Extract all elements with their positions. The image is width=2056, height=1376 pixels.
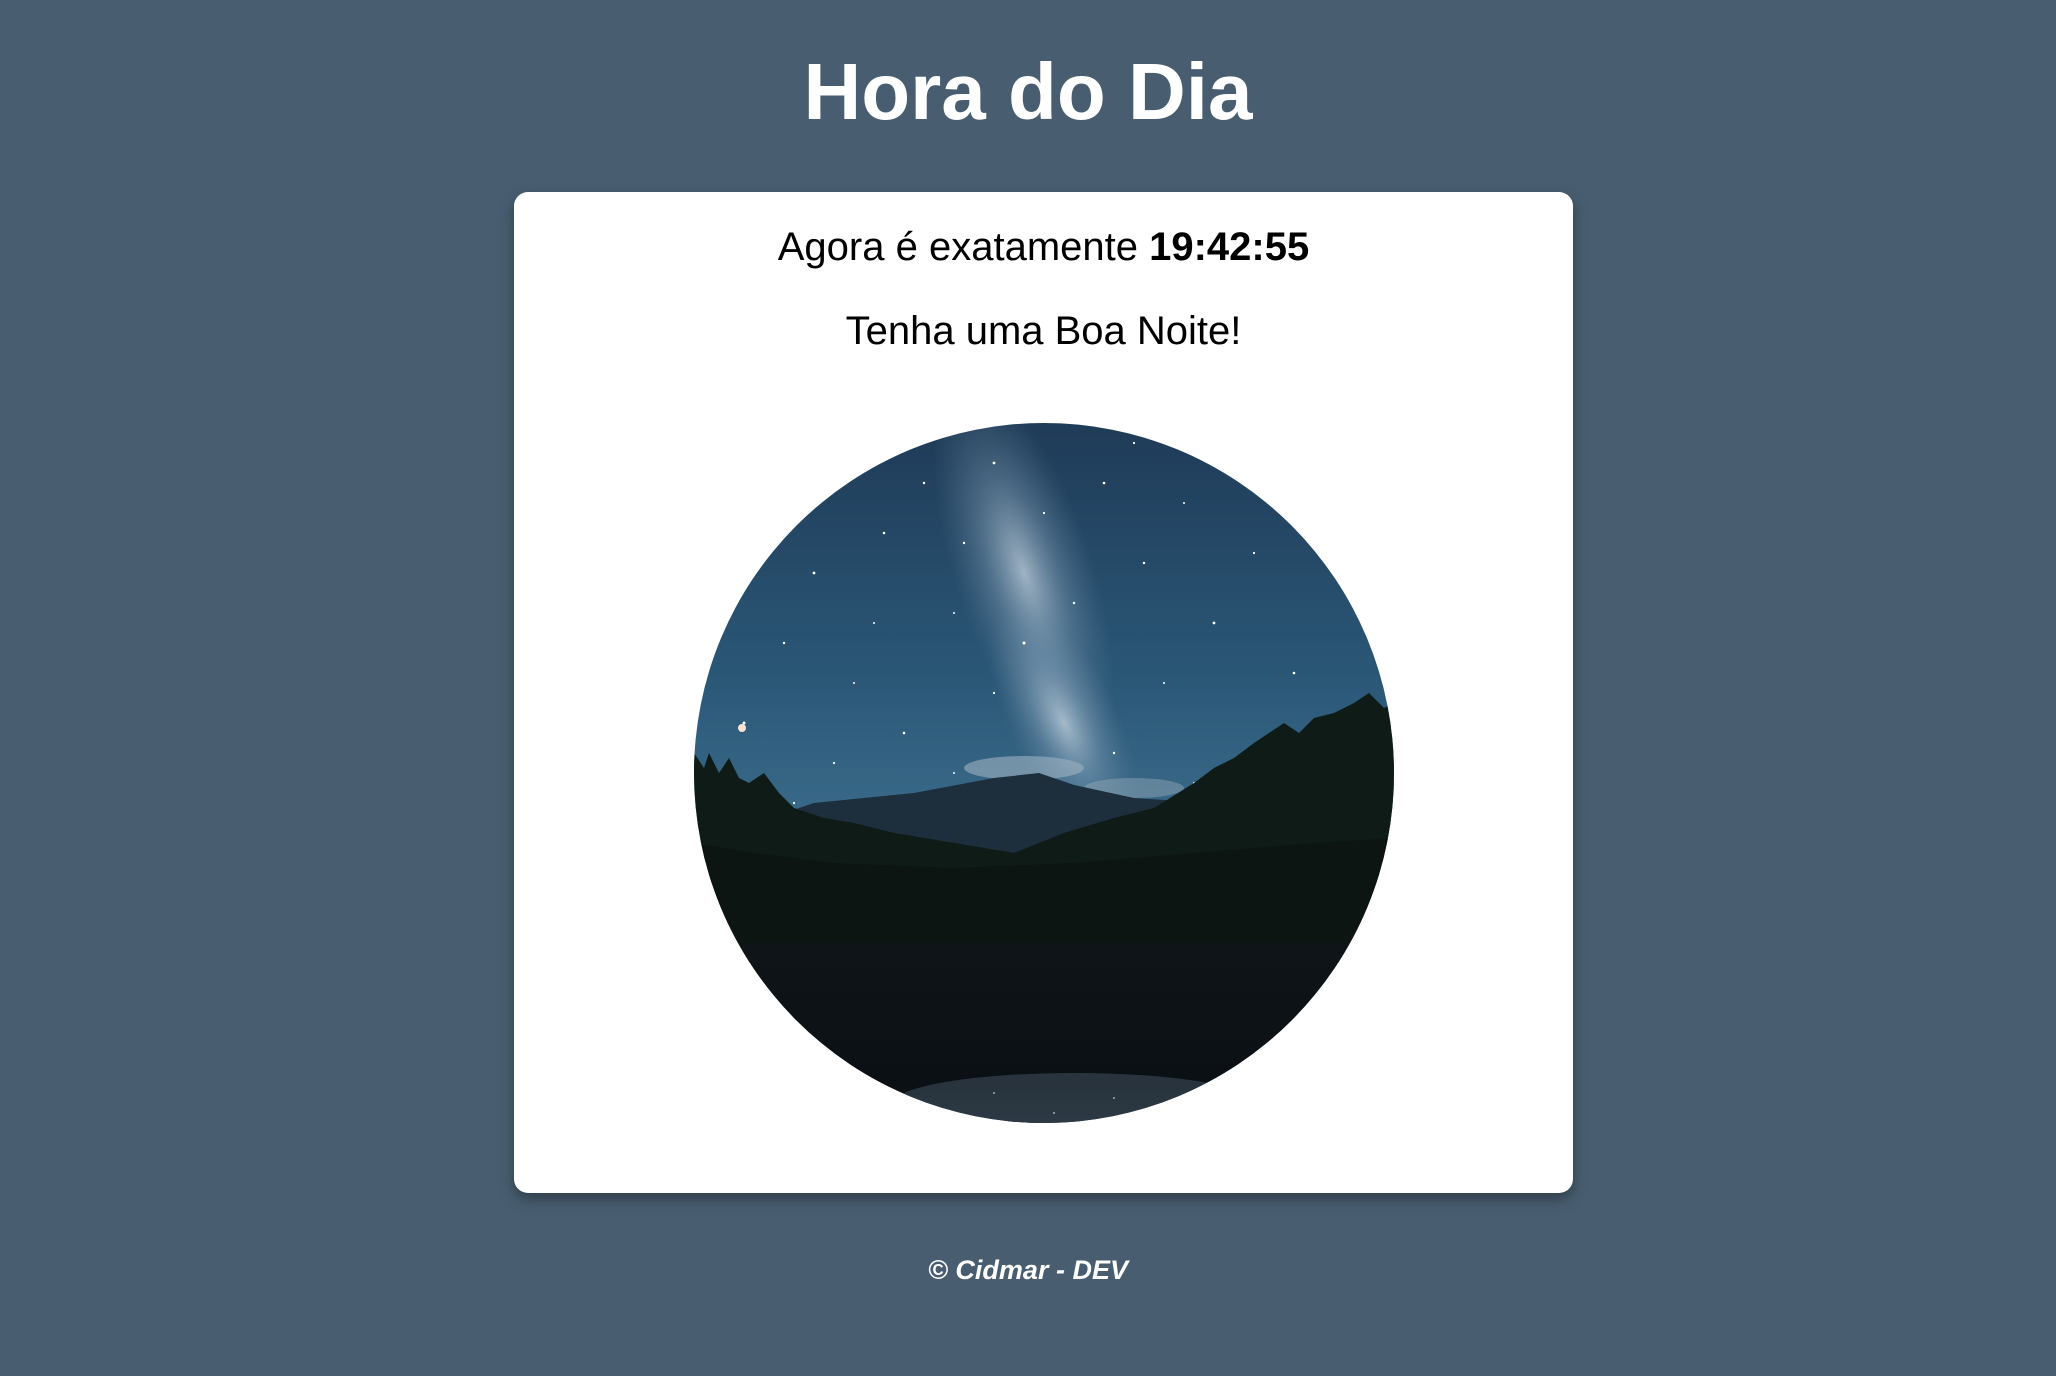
time-card: Agora é exatamente 19:42:55 Tenha uma Bo… xyxy=(514,192,1573,1193)
time-value: 19:42:55 xyxy=(1149,225,1310,269)
night-sky-image xyxy=(694,423,1394,1123)
footer-credit: © Cidmar - DEV xyxy=(928,1255,1128,1285)
current-time-text: Agora é exatamente 19:42:55 xyxy=(514,222,1573,272)
greeting-message: Tenha uma Boa Noite! xyxy=(845,309,1242,353)
time-prefix: Agora é exatamente xyxy=(777,225,1150,269)
page-title: Hora do Dia xyxy=(803,47,1253,136)
